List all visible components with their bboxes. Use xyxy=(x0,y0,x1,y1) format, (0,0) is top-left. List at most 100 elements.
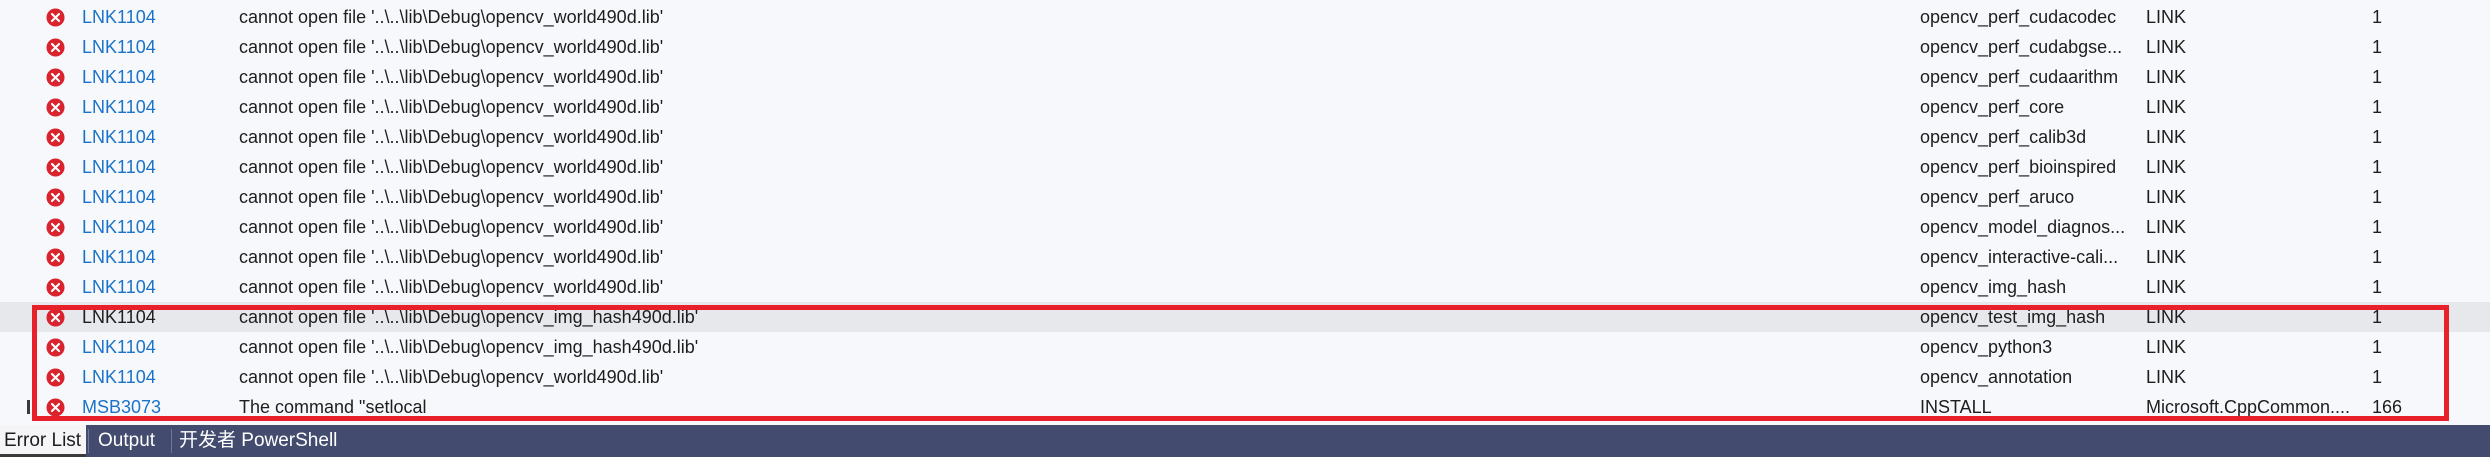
error-project: opencv_model_diagnos... xyxy=(1920,217,2126,237)
error-code-link[interactable]: MSB3073 xyxy=(82,392,161,422)
error-code-link[interactable]: LNK1104 xyxy=(82,362,156,392)
error-row[interactable]: LNK1104 cannot open file '..\..\lib\Debu… xyxy=(0,332,2490,362)
error-file: LINK xyxy=(2146,337,2187,357)
error-row-selected[interactable]: LNK1104 cannot open file '..\..\lib\Debu… xyxy=(0,302,2490,332)
error-project: opencv_img_hash xyxy=(1920,277,2067,297)
row-marker xyxy=(27,400,30,414)
error-icon xyxy=(46,248,65,267)
error-code-link[interactable]: LNK1104 xyxy=(82,92,156,122)
error-code-link[interactable]: LNK1104 xyxy=(82,302,156,332)
error-description: cannot open file '..\..\lib\Debug\opencv… xyxy=(239,277,664,297)
error-row[interactable]: LNK1104 cannot open file '..\..\lib\Debu… xyxy=(0,272,2490,302)
error-icon xyxy=(46,8,65,27)
error-project: INSTALL xyxy=(1920,397,1992,417)
error-icon xyxy=(46,278,65,297)
error-project: opencv_interactive-cali... xyxy=(1920,247,2119,267)
error-description: cannot open file '..\..\lib\Debug\opencv… xyxy=(239,67,664,87)
error-code-link[interactable]: LNK1104 xyxy=(82,62,156,92)
error-description: cannot open file '..\..\lib\Debug\opencv… xyxy=(239,307,699,327)
error-code-link[interactable]: LNK1104 xyxy=(82,32,156,62)
error-project: opencv_annotation xyxy=(1920,367,2073,387)
error-code-link[interactable]: LNK1104 xyxy=(82,332,156,362)
tab-separator xyxy=(171,429,172,453)
error-file: LINK xyxy=(2146,367,2187,387)
error-line: 1 xyxy=(2372,97,2383,117)
tab-developer-powershell[interactable]: 开发者 PowerShell xyxy=(175,425,341,457)
error-line: 1 xyxy=(2372,127,2383,147)
error-code-link[interactable]: LNK1104 xyxy=(82,272,156,302)
error-description: cannot open file '..\..\lib\Debug\opencv… xyxy=(239,127,664,147)
error-file: LINK xyxy=(2146,217,2187,237)
error-row[interactable]: LNK1104 cannot open file '..\..\lib\Debu… xyxy=(0,242,2490,272)
error-description: cannot open file '..\..\lib\Debug\opencv… xyxy=(239,247,664,267)
error-code-link[interactable]: LNK1104 xyxy=(82,242,156,272)
error-file: LINK xyxy=(2146,37,2187,57)
error-list-rows: LNK1104 cannot open file '..\..\lib\Debu… xyxy=(0,2,2490,422)
error-row[interactable]: LNK1104 cannot open file '..\..\lib\Debu… xyxy=(0,122,2490,152)
error-project: opencv_perf_cudaarithm xyxy=(1920,67,2119,87)
error-row[interactable]: LNK1104 cannot open file '..\..\lib\Debu… xyxy=(0,182,2490,212)
error-icon xyxy=(46,398,65,417)
error-row[interactable]: LNK1104 cannot open file '..\..\lib\Debu… xyxy=(0,2,2490,32)
error-line: 1 xyxy=(2372,337,2383,357)
error-description: cannot open file '..\..\lib\Debug\opencv… xyxy=(239,157,664,177)
error-icon xyxy=(46,128,65,147)
error-description: cannot open file '..\..\lib\Debug\opencv… xyxy=(239,7,664,27)
error-code-link[interactable]: LNK1104 xyxy=(82,152,156,182)
error-project: opencv_python3 xyxy=(1920,337,2053,357)
error-icon xyxy=(46,38,65,57)
error-line: 1 xyxy=(2372,157,2383,177)
error-code-link[interactable]: LNK1104 xyxy=(82,122,156,152)
error-list-panel: LNK1104 cannot open file '..\..\lib\Debu… xyxy=(0,0,2490,425)
error-file: LINK xyxy=(2146,277,2187,297)
error-line: 1 xyxy=(2372,217,2383,237)
error-line: 1 xyxy=(2372,307,2383,327)
tab-output[interactable]: Output xyxy=(94,425,159,457)
error-row[interactable]: LNK1104 cannot open file '..\..\lib\Debu… xyxy=(0,92,2490,122)
error-project: opencv_test_img_hash xyxy=(1920,307,2106,327)
error-project: opencv_perf_calib3d xyxy=(1920,127,2087,147)
error-row[interactable]: LNK1104 cannot open file '..\..\lib\Debu… xyxy=(0,152,2490,182)
error-code-link[interactable]: LNK1104 xyxy=(82,212,156,242)
error-line: 1 xyxy=(2372,67,2383,87)
error-icon xyxy=(46,308,65,327)
error-row[interactable]: LNK1104 cannot open file '..\..\lib\Debu… xyxy=(0,32,2490,62)
error-file: LINK xyxy=(2146,7,2187,27)
error-row[interactable]: LNK1104 cannot open file '..\..\lib\Debu… xyxy=(0,212,2490,242)
error-icon xyxy=(46,98,65,117)
error-icon xyxy=(46,68,65,87)
error-description: The command "setlocal xyxy=(239,397,427,417)
error-file: LINK xyxy=(2146,187,2187,207)
error-icon xyxy=(46,158,65,177)
error-line: 1 xyxy=(2372,37,2383,57)
error-row[interactable]: LNK1104 cannot open file '..\..\lib\Debu… xyxy=(0,62,2490,92)
error-line: 166 xyxy=(2372,397,2403,417)
error-description: cannot open file '..\..\lib\Debug\opencv… xyxy=(239,97,664,117)
error-line: 1 xyxy=(2372,7,2383,27)
tab-error-list[interactable]: Error List xyxy=(0,425,86,457)
error-file: LINK xyxy=(2146,67,2187,87)
error-line: 1 xyxy=(2372,187,2383,207)
error-icon xyxy=(46,188,65,207)
error-file: LINK xyxy=(2146,127,2187,147)
error-project: opencv_perf_aruco xyxy=(1920,187,2075,207)
error-code-link[interactable]: LNK1104 xyxy=(82,182,156,212)
error-line: 1 xyxy=(2372,247,2383,267)
tab-separator xyxy=(88,429,89,453)
error-project: opencv_perf_core xyxy=(1920,97,2065,117)
error-project: opencv_perf_cudabgse... xyxy=(1920,37,2123,57)
error-description: cannot open file '..\..\lib\Debug\opencv… xyxy=(239,37,664,57)
error-project: opencv_perf_cudacodec xyxy=(1920,7,2117,27)
error-file: Microsoft.CppCommon.... xyxy=(2146,397,2351,417)
error-icon xyxy=(46,218,65,237)
error-row[interactable]: LNK1104 cannot open file '..\..\lib\Debu… xyxy=(0,362,2490,392)
error-description: cannot open file '..\..\lib\Debug\opencv… xyxy=(239,337,699,357)
error-row[interactable]: MSB3073 The command "setlocal INSTALL Mi… xyxy=(0,392,2490,422)
error-file: LINK xyxy=(2146,157,2187,177)
error-icon xyxy=(46,368,65,387)
error-line: 1 xyxy=(2372,367,2383,387)
error-line: 1 xyxy=(2372,277,2383,297)
bottom-tab-bar: Error List Output 开发者 PowerShell xyxy=(0,425,2490,457)
error-description: cannot open file '..\..\lib\Debug\opencv… xyxy=(239,187,664,207)
error-code-link[interactable]: LNK1104 xyxy=(82,2,156,32)
